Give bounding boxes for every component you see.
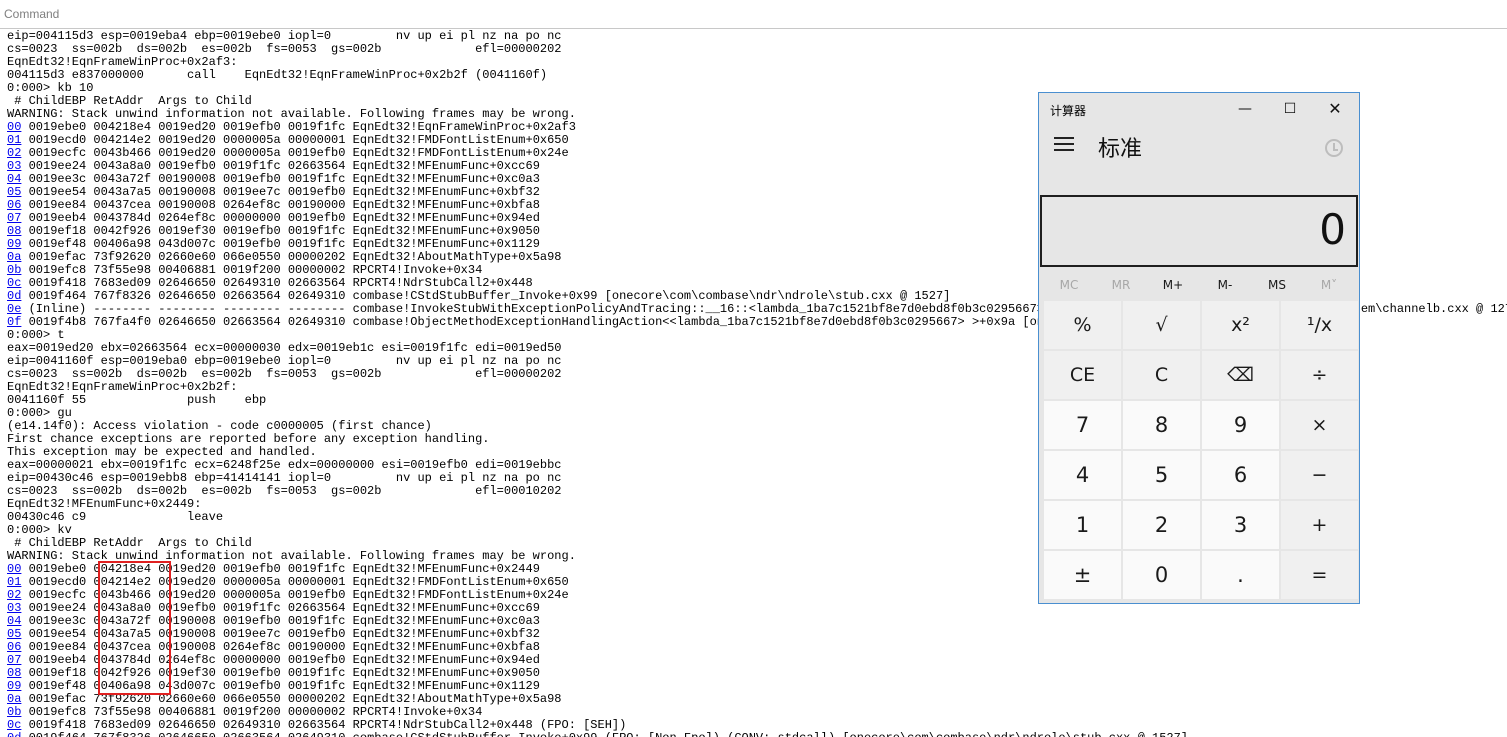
clear-entry-button[interactable]: CE xyxy=(1044,351,1121,399)
frame-number-link[interactable]: 0c xyxy=(7,276,21,290)
frame-number-link[interactable]: 0d xyxy=(7,731,21,737)
digit-7-button[interactable]: 7 xyxy=(1044,401,1121,449)
frame-number-link[interactable]: 0a xyxy=(7,692,21,706)
frame-number-link[interactable]: 0c xyxy=(7,718,21,732)
title-bar: Command xyxy=(0,0,1507,29)
square-button[interactable]: x² xyxy=(1202,301,1279,349)
memory-button-5[interactable]: M˅ xyxy=(1303,271,1355,299)
frame-number-link[interactable]: 05 xyxy=(7,627,21,641)
frame-number-link[interactable]: 09 xyxy=(7,679,21,693)
reciprocal-button[interactable]: ¹/x xyxy=(1281,301,1358,349)
memory-button-0[interactable]: MC xyxy=(1043,271,1095,299)
digit-4-button[interactable]: 4 xyxy=(1044,451,1121,499)
percent-button[interactable]: % xyxy=(1044,301,1121,349)
hamburger-menu-icon[interactable] xyxy=(1054,137,1074,153)
backspace-button[interactable]: ⌫ xyxy=(1202,351,1279,399)
frame-number-link[interactable]: 02 xyxy=(7,146,21,160)
digit-2-button[interactable]: 2 xyxy=(1123,501,1200,549)
frame-number-link[interactable]: 0d xyxy=(7,289,21,303)
frame-number-link[interactable]: 0e xyxy=(7,302,21,316)
digit-1-button[interactable]: 1 xyxy=(1044,501,1121,549)
retaddr-highlight-box xyxy=(98,561,171,695)
square-root-button[interactable]: √ xyxy=(1123,301,1200,349)
frame-number-link[interactable]: 08 xyxy=(7,224,21,238)
add-button[interactable]: + xyxy=(1281,501,1358,549)
digit-0-button[interactable]: 0 xyxy=(1123,551,1200,599)
digit-8-button[interactable]: 8 xyxy=(1123,401,1200,449)
decimal-button[interactable]: . xyxy=(1202,551,1279,599)
digit-3-button[interactable]: 3 xyxy=(1202,501,1279,549)
digit-6-button[interactable]: 6 xyxy=(1202,451,1279,499)
multiply-button[interactable]: × xyxy=(1281,401,1358,449)
frame-number-link[interactable]: 0a xyxy=(7,250,21,264)
close-icon[interactable]: ✕ xyxy=(1313,96,1357,122)
frame-number-link[interactable]: 07 xyxy=(7,211,21,225)
calculator-title: 计算器 xyxy=(1050,104,1087,118)
display-value: 0 xyxy=(1319,205,1346,254)
memory-button-3[interactable]: M- xyxy=(1199,271,1251,299)
window-title: Command xyxy=(4,7,60,21)
frame-number-link[interactable]: 06 xyxy=(7,198,21,212)
maximize-icon[interactable]: ☐ xyxy=(1268,96,1312,122)
equals-button[interactable]: = xyxy=(1281,551,1358,599)
frame-number-link[interactable]: 04 xyxy=(7,172,21,186)
subtract-button[interactable]: − xyxy=(1281,451,1358,499)
divide-button[interactable]: ÷ xyxy=(1281,351,1358,399)
calculator-mode: 标准 xyxy=(1098,137,1143,162)
console-line: 0d 0019f464 767f8326 02646650 02663564 0… xyxy=(7,732,1188,737)
negate-button[interactable]: ± xyxy=(1044,551,1121,599)
frame-number-link[interactable]: 04 xyxy=(7,614,21,628)
calculator-window[interactable]: 计算器 — ☐ ✕ 标准 0 MC MR M+ M- MS M˅ % √ x² ¹/x CE C ⌫ ÷… xyxy=(1038,92,1360,604)
frame-number-link[interactable]: 01 xyxy=(7,133,21,147)
frame-number-link[interactable]: 00 xyxy=(7,120,21,134)
memory-button-2[interactable]: M+ xyxy=(1147,271,1199,299)
calculator-display: 0 xyxy=(1040,195,1358,267)
frame-number-link[interactable]: 03 xyxy=(7,159,21,173)
frame-number-link[interactable]: 08 xyxy=(7,666,21,680)
memory-row: MC MR M+ M- MS M˅ xyxy=(1043,271,1355,299)
digit-9-button[interactable]: 9 xyxy=(1202,401,1279,449)
frame-number-link[interactable]: 05 xyxy=(7,185,21,199)
frame-number-link[interactable]: 07 xyxy=(7,653,21,667)
frame-number-link[interactable]: 0f xyxy=(7,315,21,329)
clear-button[interactable]: C xyxy=(1123,351,1200,399)
memory-button-1[interactable]: MR xyxy=(1095,271,1147,299)
digit-5-button[interactable]: 5 xyxy=(1123,451,1200,499)
frame-number-link[interactable]: 03 xyxy=(7,601,21,615)
frame-number-link[interactable]: 09 xyxy=(7,237,21,251)
frame-number-link[interactable]: 0b xyxy=(7,263,21,277)
frame-number-link[interactable]: 02 xyxy=(7,588,21,602)
minimize-icon[interactable]: — xyxy=(1223,96,1267,122)
frame-number-link[interactable]: 01 xyxy=(7,575,21,589)
history-icon[interactable] xyxy=(1325,139,1343,157)
memory-button-4[interactable]: MS xyxy=(1251,271,1303,299)
frame-number-link[interactable]: 06 xyxy=(7,640,21,654)
frame-number-link[interactable]: 00 xyxy=(7,562,21,576)
frame-number-link[interactable]: 0b xyxy=(7,705,21,719)
